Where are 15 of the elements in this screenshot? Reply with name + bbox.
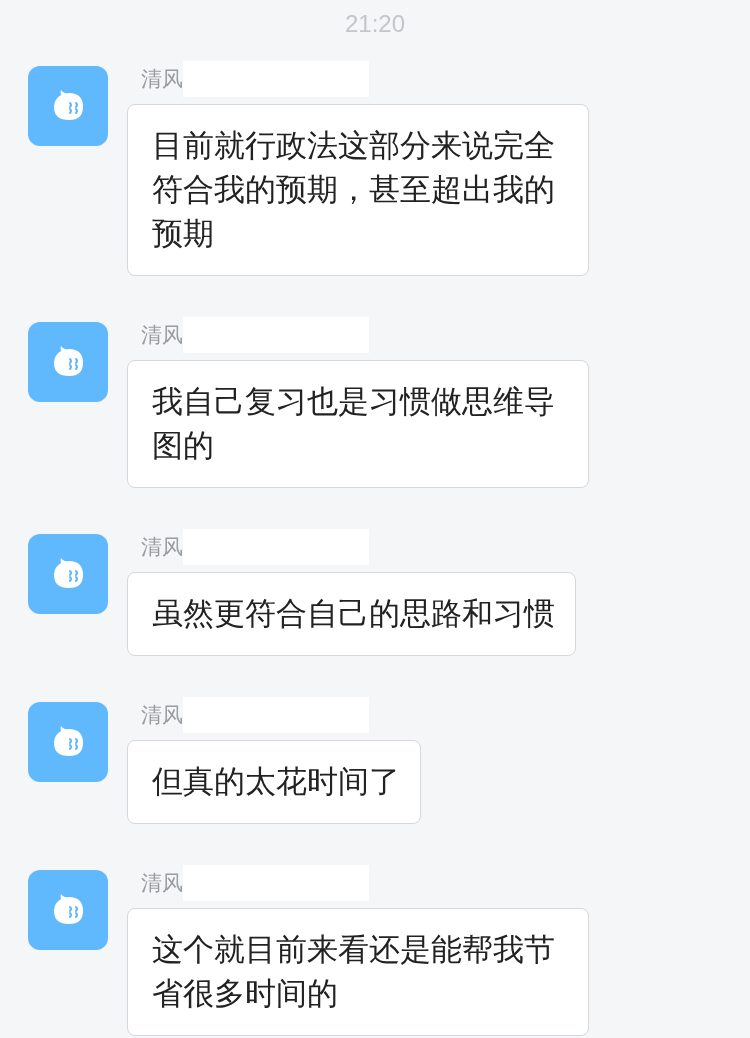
avatar-icon[interactable] [28,66,108,146]
message-bubble: 虽然更符合自己的思路和习惯 [127,572,576,656]
sender-name: 清风 [141,870,183,897]
avatar-icon[interactable] [28,702,108,782]
message-bubble: 我自己复习也是习惯做思维导图的 [127,360,589,488]
avatar-icon[interactable] [28,322,108,402]
message-bubble: 这个就目前来看还是能帮我节省很多时间的 [127,908,589,1036]
sender-name: 清风 [141,322,183,349]
message-bubble: 但真的太花时间了 [127,740,421,824]
message-bubble: 目前就行政法这部分来说完全符合我的预期，甚至超出我的预期 [127,104,589,276]
sender-name: 清风 [141,702,183,729]
sender-name: 清风 [141,66,183,93]
avatar-icon[interactable] [28,534,108,614]
avatar-icon[interactable] [28,870,108,950]
sender-name: 清风 [141,534,183,561]
